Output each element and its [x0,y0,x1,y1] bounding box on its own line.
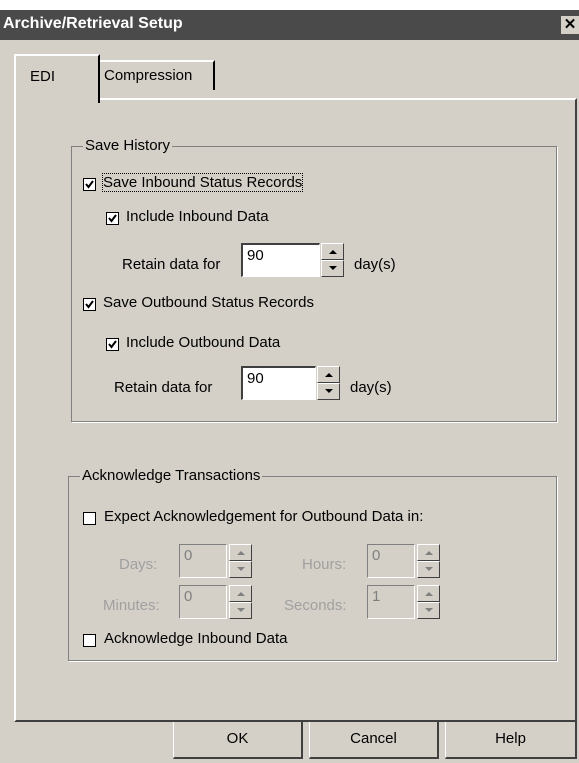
tab-edi-label: EDI [30,68,56,85]
seconds-input[interactable]: 1 [367,585,415,619]
tab-edi[interactable]: EDI [14,54,100,103]
days-spinner[interactable] [229,544,252,578]
minutes-input[interactable]: 0 [179,585,227,619]
close-icon: ✕ [563,16,577,33]
spin-up-button[interactable] [321,243,344,260]
outbound-retain-label: Retain data for [114,379,213,396]
arrow-down-icon [237,567,245,571]
minutes-label: Minutes: [103,597,160,614]
tab-panel: Save History Save Inbound Status Records… [14,98,577,722]
outbound-retain-spinner[interactable] [317,366,340,400]
seconds-spinner[interactable] [417,585,440,619]
ack-inbound-checkbox[interactable] [83,634,96,647]
tab-compression-label: Compression [104,67,193,84]
spin-up-button[interactable] [317,366,340,383]
acknowledge-legend: Acknowledge Transactions [80,467,263,484]
outbound-unit-label: day(s) [350,379,392,396]
spin-up-button[interactable] [229,585,252,602]
save-outbound-checkbox[interactable] [83,298,96,311]
expect-ack-checkbox[interactable] [83,512,96,525]
arrow-up-icon [425,592,433,596]
checkmark-icon [108,214,117,223]
hours-label: Hours: [302,556,347,573]
save-inbound-checkbox[interactable] [83,178,96,191]
arrow-up-icon [425,551,433,555]
minutes-value: 0 [184,588,193,605]
arrow-down-icon [329,266,337,270]
save-history-legend: Save History [83,137,173,154]
expect-ack-label[interactable]: Expect Acknowledgement for Outbound Data… [104,508,423,525]
spin-up-button[interactable] [417,585,440,602]
outbound-retain-input[interactable]: 90 [241,366,316,400]
arrow-down-icon [325,389,333,393]
spin-down-button[interactable] [229,561,252,578]
outbound-retain-value: 90 [247,370,264,387]
cancel-button[interactable]: Cancel [309,721,439,759]
window-title: Archive/Retrieval Setup [3,15,183,32]
spin-down-button[interactable] [321,260,344,277]
include-inbound-label[interactable]: Include Inbound Data [126,208,269,225]
spin-down-button[interactable] [417,561,440,578]
checkmark-icon [108,340,117,349]
save-outbound-label[interactable]: Save Outbound Status Records [103,294,314,311]
inbound-retain-input[interactable]: 90 [241,243,320,277]
close-button[interactable]: ✕ [561,16,579,34]
inbound-retain-spinner[interactable] [321,243,344,277]
inbound-retain-value: 90 [247,247,264,264]
hours-input[interactable]: 0 [367,544,415,578]
inbound-retain-label: Retain data for [122,256,221,273]
save-inbound-label[interactable]: Save Inbound Status Records [101,173,304,192]
tab-compression[interactable]: Compression [97,60,215,90]
arrow-up-icon [329,250,337,254]
arrow-down-icon [237,608,245,612]
checkmark-icon [85,180,94,189]
ok-button[interactable]: OK [173,721,303,759]
arrow-down-icon [425,608,433,612]
title-bar[interactable]: Archive/Retrieval Setup ✕ [0,10,579,40]
inbound-unit-label: day(s) [354,256,396,273]
help-button[interactable]: Help [445,721,577,759]
arrow-up-icon [325,373,333,377]
include-outbound-checkbox[interactable] [106,338,119,351]
hours-spinner[interactable] [417,544,440,578]
arrow-down-icon [425,567,433,571]
spin-down-button[interactable] [417,602,440,619]
spin-down-button[interactable] [229,602,252,619]
seconds-value: 1 [372,588,381,605]
arrow-up-icon [237,592,245,596]
arrow-up-icon [237,551,245,555]
seconds-label: Seconds: [284,597,347,614]
spin-down-button[interactable] [317,383,340,400]
days-label: Days: [119,556,158,573]
include-outbound-label[interactable]: Include Outbound Data [126,334,280,351]
spin-up-button[interactable] [417,544,440,561]
spin-up-button[interactable] [229,544,252,561]
ack-inbound-label[interactable]: Acknowledge Inbound Data [104,630,287,647]
days-input[interactable]: 0 [179,544,227,578]
include-inbound-checkbox[interactable] [106,212,119,225]
hours-value: 0 [372,547,381,564]
checkmark-icon [85,300,94,309]
days-value: 0 [184,547,193,564]
minutes-spinner[interactable] [229,585,252,619]
dialog-window: Archive/Retrieval Setup ✕ EDI Compressio… [0,10,579,763]
